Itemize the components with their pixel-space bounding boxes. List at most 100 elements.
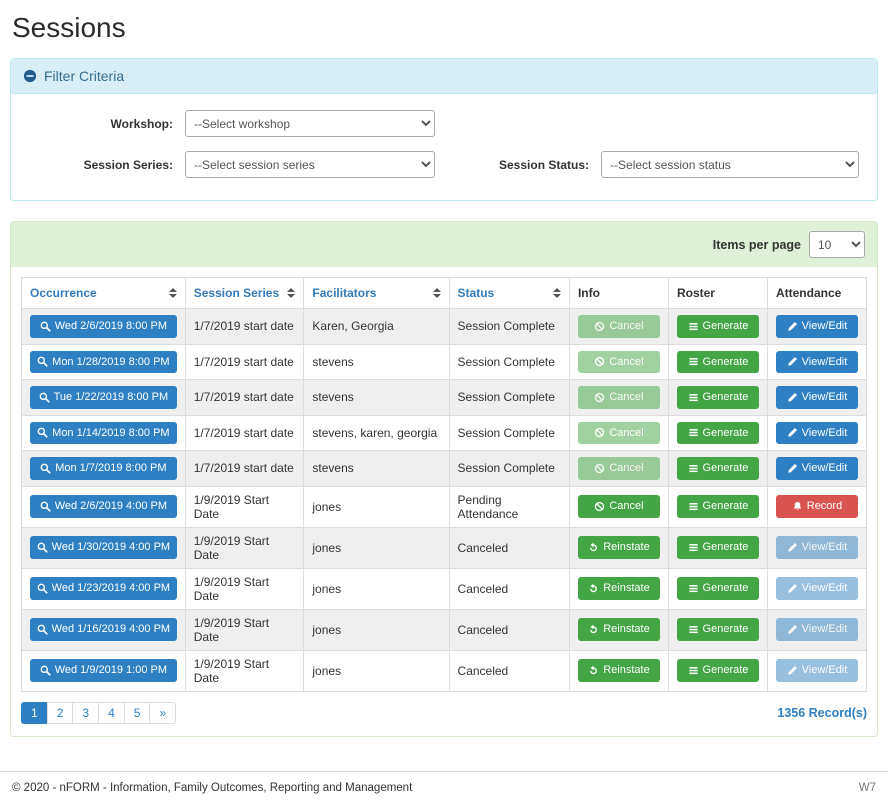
occurrence-button[interactable]: Wed 1/30/2019 4:00 PM <box>30 536 177 559</box>
reinstate-button[interactable]: Reinstate <box>578 659 660 682</box>
undo-icon <box>588 542 599 553</box>
cancel-button[interactable]: Cancel <box>578 495 660 518</box>
button-label: View/Edit <box>802 425 848 442</box>
reinstate-button[interactable]: Reinstate <box>578 577 660 600</box>
view-edit-button[interactable]: View/Edit <box>776 315 858 338</box>
sort-icon[interactable] <box>169 288 177 298</box>
info-cell: Cancel <box>569 486 668 527</box>
generate-button[interactable]: Generate <box>677 457 759 480</box>
button-label: Record <box>807 498 842 515</box>
attendance-cell: View/Edit <box>767 650 866 691</box>
workshop-select[interactable]: --Select workshop <box>185 110 435 137</box>
sort-icon[interactable] <box>553 288 561 298</box>
attendance-cell: Record <box>767 486 866 527</box>
pagination: 12345» <box>21 702 176 724</box>
button-label: Mon 1/28/2019 8:00 PM <box>52 354 169 371</box>
occurrence-button[interactable]: Wed 2/6/2019 8:00 PM <box>30 315 177 338</box>
view-edit-button[interactable]: View/Edit <box>776 659 858 682</box>
cancel-button[interactable]: Cancel <box>578 422 660 445</box>
cancel-button[interactable]: Cancel <box>578 386 660 409</box>
occurrence-cell: Mon 1/14/2019 8:00 PM <box>22 415 186 451</box>
generate-button[interactable]: Generate <box>677 536 759 559</box>
session-series-cell: 1/9/2019 Start Date <box>185 486 304 527</box>
occurrence-button[interactable]: Wed 1/23/2019 4:00 PM <box>30 577 177 600</box>
reinstate-button[interactable]: Reinstate <box>578 618 660 641</box>
sort-icon[interactable] <box>287 288 295 298</box>
attendance-cell: View/Edit <box>767 451 866 487</box>
view-edit-button[interactable]: View/Edit <box>776 618 858 641</box>
view-edit-button[interactable]: View/Edit <box>776 577 858 600</box>
cancel-button[interactable]: Cancel <box>578 351 660 374</box>
next-pages-button[interactable]: » <box>149 702 176 724</box>
button-label: View/Edit <box>802 389 848 406</box>
items-per-page-label: Items per page <box>713 238 801 252</box>
occurrence-button[interactable]: Mon 1/7/2019 8:00 PM <box>30 457 177 480</box>
page-button-4[interactable]: 4 <box>98 702 125 724</box>
button-label: Wed 1/30/2019 4:00 PM <box>52 539 170 556</box>
generate-button[interactable]: Generate <box>677 315 759 338</box>
generate-button[interactable]: Generate <box>677 618 759 641</box>
view-edit-button[interactable]: View/Edit <box>776 457 858 480</box>
occurrence-cell: Wed 1/30/2019 4:00 PM <box>22 527 186 568</box>
column-header-occurrence[interactable]: Occurrence <box>22 278 186 309</box>
occurrence-cell: Wed 2/6/2019 8:00 PM <box>22 309 186 345</box>
occurrence-button[interactable]: Wed 2/6/2019 4:00 PM <box>30 495 177 518</box>
bars-icon <box>688 542 699 553</box>
session-series-select[interactable]: --Select session series <box>185 151 435 178</box>
generate-button[interactable]: Generate <box>677 422 759 445</box>
view-edit-button[interactable]: View/Edit <box>776 386 858 409</box>
cancel-button[interactable]: Cancel <box>578 315 660 338</box>
session-status-select[interactable]: --Select session status <box>601 151 859 178</box>
ban-icon <box>594 463 605 474</box>
version-text: W7 <box>859 782 876 794</box>
info-cell: Reinstate <box>569 609 668 650</box>
generate-button[interactable]: Generate <box>677 659 759 682</box>
page-button-3[interactable]: 3 <box>72 702 99 724</box>
page-button-1[interactable]: 1 <box>21 702 48 724</box>
page-button-5[interactable]: 5 <box>124 702 151 724</box>
occurrence-button[interactable]: Mon 1/14/2019 8:00 PM <box>30 422 177 445</box>
column-header-facilitators[interactable]: Facilitators <box>304 278 449 309</box>
generate-button[interactable]: Generate <box>677 351 759 374</box>
button-label: Cancel <box>609 460 643 477</box>
cancel-button[interactable]: Cancel <box>578 457 660 480</box>
workshop-label: Workshop: <box>23 117 185 131</box>
view-edit-button[interactable]: View/Edit <box>776 351 858 374</box>
occurrence-button[interactable]: Tue 1/22/2019 8:00 PM <box>30 386 177 409</box>
generate-button[interactable]: Generate <box>677 386 759 409</box>
sort-icon[interactable] <box>433 288 441 298</box>
button-label: Cancel <box>609 318 643 335</box>
button-label: Generate <box>703 539 749 556</box>
filter-criteria-panel: Filter Criteria Workshop: --Select works… <box>10 58 878 201</box>
column-header-series[interactable]: Session Series <box>185 278 304 309</box>
view-edit-button[interactable]: View/Edit <box>776 422 858 445</box>
occurrence-button[interactable]: Mon 1/28/2019 8:00 PM <box>30 351 177 374</box>
undo-icon <box>588 624 599 635</box>
info-cell: Cancel <box>569 344 668 380</box>
table-row: Mon 1/14/2019 8:00 PM1/7/2019 start date… <box>22 415 867 451</box>
occurrence-button[interactable]: Wed 1/9/2019 1:00 PM <box>30 659 177 682</box>
table-row: Wed 2/6/2019 8:00 PM 1/7/2019 start dateK… <box>22 309 867 345</box>
status-cell: Pending Attendance <box>449 486 569 527</box>
generate-button[interactable]: Generate <box>677 577 759 600</box>
button-label: View/Edit <box>802 318 848 335</box>
view-edit-button[interactable]: View/Edit <box>776 536 858 559</box>
button-label: Generate <box>703 318 749 335</box>
pencil-icon <box>787 392 798 403</box>
session-series-cell: 1/7/2019 start date <box>185 344 304 380</box>
bars-icon <box>688 624 699 635</box>
page-button-2[interactable]: 2 <box>47 702 74 724</box>
record-button[interactable]: Record <box>776 495 858 518</box>
facilitators-cell: Karen, Georgia <box>304 309 449 345</box>
sessions-table-body: Wed 2/6/2019 8:00 PM 1/7/2019 start dateK… <box>22 309 867 692</box>
filter-criteria-header[interactable]: Filter Criteria <box>11 59 877 94</box>
occurrence-button[interactable]: Wed 1/16/2019 4:00 PM <box>30 618 177 641</box>
sessions-table-container: OccurrenceSession SeriesFacilitatorsStat… <box>11 267 877 736</box>
items-per-page-select[interactable]: 10 <box>809 231 865 258</box>
column-header-status[interactable]: Status <box>449 278 569 309</box>
session-status-label: Session Status: <box>499 158 601 172</box>
minus-circle-icon[interactable] <box>23 69 37 83</box>
session-series-cell: 1/7/2019 start date <box>185 309 304 345</box>
reinstate-button[interactable]: Reinstate <box>578 536 660 559</box>
generate-button[interactable]: Generate <box>677 495 759 518</box>
